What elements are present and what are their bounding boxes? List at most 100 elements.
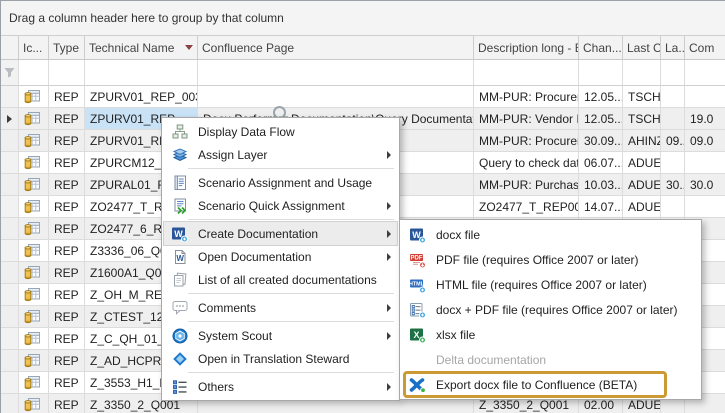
cell-la[interactable] [661,196,685,218]
report-table-icon [24,133,40,148]
cell-description[interactable]: MM-PUR: Vendor I... [474,108,579,130]
cell-type[interactable]: REP [49,394,85,413]
menu-item-system-scout[interactable]: System Scout [164,324,397,347]
cell-last_changed[interactable]: ADUE... [623,196,661,218]
column-header-com[interactable]: Com [685,36,725,59]
cell-type[interactable]: REP [49,218,85,240]
cell-type[interactable]: REP [49,372,85,394]
submenu-item-html-file-requires-office-2007-or-later[interactable]: HTMLHTML file (requires Office 2007 or l… [402,272,699,297]
cell-type[interactable]: REP [49,196,85,218]
menu-item-comments[interactable]: Comments [164,296,397,319]
cell-confluence_page[interactable] [198,86,474,108]
column-header-indicator[interactable] [1,36,19,59]
cell-type[interactable]: REP [49,152,85,174]
submenu-item-docx-file[interactable]: Wdocx file [402,222,699,247]
cell-type[interactable]: REP [49,262,85,284]
comment-icon [170,299,189,316]
menu-item-display-data-flow[interactable]: Display Data Flow [164,120,397,143]
column-header-technical_name[interactable]: Technical Name [85,36,198,59]
cell-last_changed[interactable]: TSCH... [623,86,661,108]
column-header-label: Confluence Page [202,41,294,55]
menu-item-scenario-quick-assignment[interactable]: Scenario Quick Assignment [164,194,397,217]
cell-la[interactable] [661,86,685,108]
filter-cell-confluence_page[interactable] [198,60,474,86]
cell-last_changed[interactable]: AHINZ [623,130,661,152]
cell-description[interactable]: MM-PUR: Procurem... [474,86,579,108]
filter-cell-description[interactable] [474,60,579,86]
cell-la[interactable]: 30... [661,174,685,196]
others-list-icon [170,378,189,395]
menu-item-open-in-translation-steward[interactable]: Open in Translation Steward [164,347,397,370]
menu-item-scenario-assignment-and-usage[interactable]: Scenario Assignment and Usage [164,171,397,194]
cell-last_changed[interactable]: TSCH... [623,108,661,130]
submenu-arrow-icon [387,383,391,391]
column-header-label: La... [665,41,685,55]
cell-changed[interactable]: 10.03... [579,174,623,196]
cell-description[interactable]: MM-PUR: Procurem... [474,130,579,152]
cell-changed[interactable]: 12.05... [579,108,623,130]
cell-com[interactable] [685,152,725,174]
column-header-confluence_page[interactable]: Confluence Page [198,36,474,59]
cell-com[interactable] [685,196,725,218]
cell-type[interactable]: REP [49,86,85,108]
cell-changed[interactable]: 06.07... [579,152,623,174]
cell-description[interactable]: ZO2477_T_REP001 [474,196,579,218]
column-header-type[interactable]: Type [49,36,85,59]
filter-cell-last_changed[interactable] [623,60,661,86]
cell-changed[interactable]: 14.07... [579,196,623,218]
row-indicator-cell [1,372,19,394]
cell-last_changed[interactable]: ADUE... [623,174,661,196]
filter-cell-com[interactable] [685,60,725,86]
translation-steward-icon [170,350,189,367]
cell-com[interactable]: 19.0 [685,108,725,130]
menu-item-others[interactable]: Others [164,375,397,398]
report-table-icon [24,177,40,192]
column-header-la[interactable]: La... [661,36,685,59]
submenu-item-pdf-file-requires-office-2007-or-later[interactable]: PDFPDF file (requires Office 2007 or lat… [402,247,699,272]
menu-item-assign-layer[interactable]: Assign Layer [164,143,397,166]
group-by-panel[interactable]: Drag a column header here to group by th… [1,1,725,36]
report-table-icon [24,155,40,170]
filter-cell-type[interactable] [49,60,85,86]
column-header-changed[interactable]: Chan... [579,36,623,59]
cell-la[interactable] [661,152,685,174]
submenu-item-xlsx-file[interactable]: Xxlsx file [402,322,699,347]
menu-item-open-documentation[interactable]: WOpen Documentation [164,245,397,268]
filter-cell-indicator[interactable] [1,60,19,86]
menu-item-create-documentation[interactable]: WCreate Documentation [164,222,397,245]
cell-type[interactable]: REP [49,174,85,196]
filter-cell-icon[interactable] [19,60,49,86]
cell-type[interactable]: REP [49,306,85,328]
cell-changed[interactable]: 30.09... [579,130,623,152]
cell-type[interactable]: REP [49,108,85,130]
cell-description[interactable]: Query to check dat... [474,152,579,174]
cell-changed[interactable]: 12.05... [579,86,623,108]
menu-item-list-of-all-created-documentations[interactable]: List of all created documentations [164,268,397,291]
menu-item-label: Export docx file to Confluence (BETA) [436,378,693,392]
cell-type[interactable]: REP [49,284,85,306]
cell-com[interactable] [685,86,725,108]
cell-description[interactable]: MM-PUR: Purchase... [474,174,579,196]
column-header-description[interactable]: Description long - En [474,36,579,59]
cell-technical_name[interactable]: ZPURV01_REP_003 [85,86,198,108]
column-header-last_changed[interactable]: Last C... [623,36,661,59]
cell-type[interactable]: REP [49,130,85,152]
filter-cell-technical_name[interactable] [85,60,198,86]
filter-cell-changed[interactable] [579,60,623,86]
cell-type[interactable]: REP [49,240,85,262]
cell-type[interactable]: REP [49,350,85,372]
cell-com[interactable]: 09.0 [685,130,725,152]
sort-desc-icon [185,45,193,50]
cell-la[interactable]: 09... [661,130,685,152]
column-header-label: Chan... [583,41,622,55]
filter-cell-la[interactable] [661,60,685,86]
column-header-icon[interactable]: Ic... [19,36,49,59]
table-row[interactable]: REPZPURV01_REP_003 MM-PUR: Procurem...12.… [1,86,725,108]
submenu-item-export-docx-file-to-confluence-beta[interactable]: Export docx file to Confluence (BETA) [402,372,699,397]
cell-com[interactable]: 30.0 [685,174,725,196]
submenu-item-docx-pdf-file-requires-office-2007-or-later[interactable]: docx + PDF file (requires Office 2007 or… [402,297,699,322]
cell-la[interactable] [661,108,685,130]
cell-type[interactable]: REP [49,328,85,350]
cell-last_changed[interactable]: ADUE... [623,152,661,174]
group-by-hint-text: Drag a column header here to group by th… [9,11,284,25]
